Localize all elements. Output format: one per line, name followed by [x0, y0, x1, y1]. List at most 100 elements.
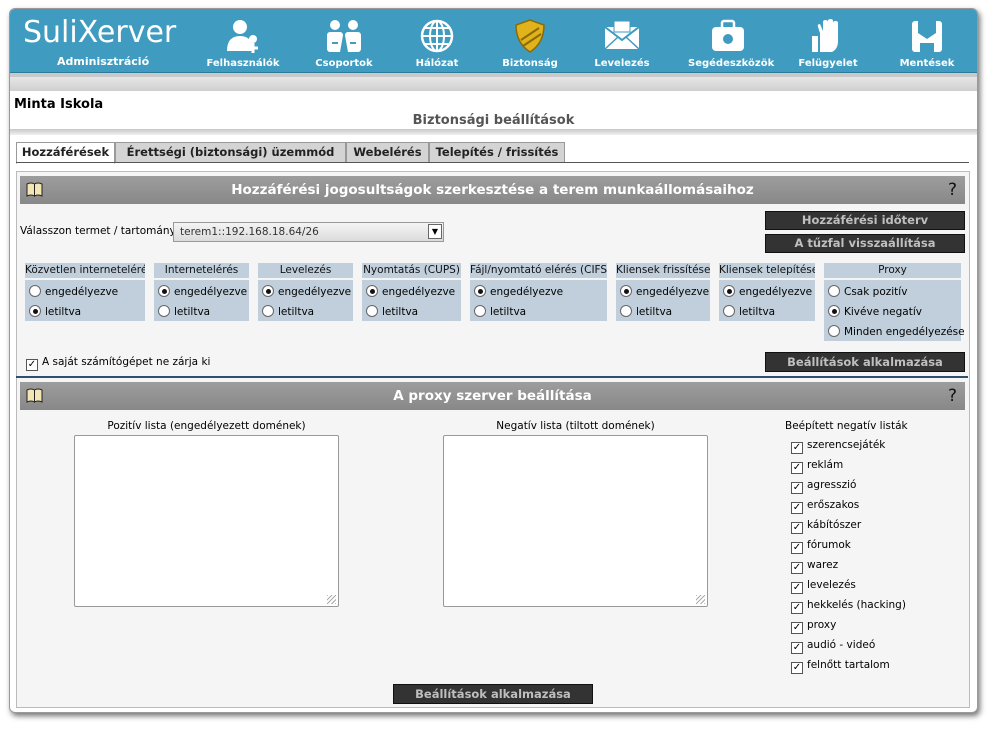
tab-underline — [16, 162, 969, 163]
radio-positive-only[interactable]: Csak pozitív — [828, 285, 907, 298]
checkbox[interactable]: ✓ — [791, 542, 803, 554]
nav-users[interactable]: Felhasználók — [203, 9, 283, 72]
apply-access-button[interactable]: Beállítások alkalmazása — [765, 352, 965, 372]
nav-mail-label: Levelezés — [594, 58, 650, 69]
radio-enabled[interactable]: engedélyezve — [366, 285, 455, 298]
group-proxy: Proxy Csak pozitív Kivéve negatív Minden… — [824, 263, 965, 341]
hand-icon — [812, 19, 838, 52]
group-title: Kliensek telepítése — [719, 263, 815, 278]
checkbox[interactable]: ✓ — [791, 482, 803, 494]
builtin-list-item[interactable]: ✓ audió - videó — [791, 639, 875, 654]
radio-allow-all[interactable]: Minden engedélyezése — [828, 325, 965, 338]
checkbox[interactable]: ✓ — [791, 622, 803, 634]
proxy-section-header: A proxy szerver beállítása ? — [20, 382, 965, 410]
checkbox[interactable]: ✓ — [791, 502, 803, 514]
nav-supervision[interactable]: Felügyelet — [788, 9, 868, 72]
nav-network[interactable]: Hálózat — [397, 9, 477, 72]
checkbox[interactable]: ✓ — [791, 462, 803, 474]
group-title: Közvetlen internetelérés — [25, 263, 145, 278]
radio-enabled[interactable]: engedélyezve — [620, 285, 709, 298]
toolbar-strip — [10, 77, 977, 91]
mail-icon — [604, 20, 640, 50]
title-divider — [10, 129, 977, 135]
radio-disabled[interactable]: letiltva — [366, 305, 418, 318]
group-internet: Internetelérés engedélyezve letiltva — [154, 263, 249, 321]
radio-disabled[interactable]: letiltva — [158, 305, 210, 318]
nav-tools-label: Segédeszközök — [688, 58, 775, 69]
radio-enabled[interactable]: engedélyezve — [262, 285, 351, 298]
help-icon[interactable]: ? — [948, 386, 957, 406]
nav-supervision-label: Felügyelet — [798, 58, 858, 69]
tab-web-access[interactable]: Webelérés — [346, 142, 429, 163]
room-select-value: terem1::192.168.18.64/26 — [180, 226, 319, 238]
group-title: Proxy — [824, 263, 961, 278]
tab-install-update[interactable]: Telepítés / frissítés — [429, 142, 565, 163]
nav-mail[interactable]: Levelezés — [582, 9, 662, 72]
builtin-list-item[interactable]: ✓ levelezés — [791, 579, 856, 594]
exclude-own-computer[interactable]: ✓ A saját számítógépet ne zárja ki — [26, 356, 210, 371]
checkbox[interactable]: ✓ — [791, 562, 803, 574]
builtin-list-item[interactable]: ✓ szerencsejáték — [791, 439, 885, 454]
nav-tools[interactable]: Segédeszközök — [688, 9, 775, 72]
apply-proxy-button[interactable]: Beállítások alkalmazása — [393, 684, 593, 704]
positive-list-textarea[interactable] — [74, 435, 339, 607]
backup-icon — [912, 21, 942, 52]
nav-network-label: Hálózat — [415, 58, 459, 69]
tab-access[interactable]: Hozzáférések — [16, 142, 115, 164]
radio-disabled[interactable]: letiltva — [29, 305, 81, 318]
radio-disabled[interactable]: letiltva — [474, 305, 526, 318]
checkbox[interactable]: ✓ — [791, 602, 803, 614]
builtin-list-item[interactable]: ✓ agresszió — [791, 479, 856, 494]
positive-list-label: Pozitív lista (engedélyezett domének) — [107, 420, 306, 432]
group-title: Fájl/nyomtató elérés (CIFS) — [470, 263, 607, 278]
nav-groups[interactable]: Csoportok — [304, 9, 384, 72]
builtin-list-item[interactable]: ✓ kábítószer — [791, 519, 861, 534]
builtin-list-item[interactable]: ✓ erőszakos — [791, 499, 859, 514]
globe-icon — [420, 19, 454, 53]
radio-enabled[interactable]: engedélyezve — [474, 285, 563, 298]
tab-exam-mode[interactable]: Érettségi (biztonsági) üzemmód — [115, 142, 346, 163]
access-section-header: Hozzáférési jogosultságok szerkesztése a… — [20, 176, 965, 204]
logo[interactable]: SuliXerver Adminisztráció — [23, 17, 176, 69]
group-mail: Levelezés engedélyezve letiltva — [258, 263, 353, 321]
nav-groups-label: Csoportok — [315, 58, 373, 69]
builtin-list-item[interactable]: ✓ warez — [791, 559, 838, 574]
nav-security[interactable]: Biztonság — [490, 9, 570, 72]
checkbox[interactable]: ✓ — [791, 642, 803, 654]
group-printing: Nyomtatás (CUPS) engedélyezve letiltva — [362, 263, 461, 321]
builtin-list-item[interactable]: ✓ proxy — [791, 619, 836, 634]
negative-list-textarea[interactable] — [443, 435, 708, 607]
checkbox[interactable]: ✓ — [791, 662, 803, 674]
chevron-down-icon[interactable]: ▼ — [428, 224, 442, 239]
room-select[interactable]: terem1::192.168.18.64/26 ▼ — [173, 222, 444, 242]
nav-backups-label: Mentések — [899, 58, 955, 69]
radio-disabled[interactable]: letiltva — [262, 305, 314, 318]
checkbox[interactable]: ✓ — [791, 522, 803, 534]
checkbox[interactable]: ✓ — [791, 582, 803, 594]
section-divider — [16, 376, 968, 378]
builtin-list-item[interactable]: ✓ reklám — [791, 459, 843, 474]
help-icon[interactable]: ? — [948, 180, 957, 200]
radio-disabled[interactable]: letiltva — [723, 305, 775, 318]
radio-enabled[interactable]: engedélyezve — [723, 285, 812, 298]
checkbox[interactable]: ✓ — [791, 442, 803, 454]
resize-grip[interactable] — [327, 595, 336, 604]
access-schedule-button[interactable]: Hozzáférési időterv — [765, 211, 965, 230]
builtin-list-item[interactable]: ✓ fórumok — [791, 539, 851, 554]
book-icon — [26, 182, 43, 197]
group-direct-internet: Közvetlen internetelérés engedélyezve le… — [25, 263, 145, 321]
resize-grip[interactable] — [696, 595, 705, 604]
builtin-list-item[interactable]: ✓ felnőtt tartalom — [791, 659, 890, 674]
radio-enabled[interactable]: engedélyezve — [158, 285, 247, 298]
builtin-lists-label: Beépített negatív listák — [785, 420, 908, 432]
group-file-printer-share: Fájl/nyomtató elérés (CIFS) engedélyezve… — [470, 263, 607, 321]
radio-enabled[interactable]: engedélyezve — [29, 285, 118, 298]
nav-backups[interactable]: Mentések — [887, 9, 967, 72]
firewall-reset-button[interactable]: A tűzfal visszaállítása — [765, 234, 965, 253]
radio-except-negative[interactable]: Kivéve negatív — [828, 305, 922, 318]
toolbox-icon — [712, 19, 744, 51]
exclude-own-checkbox[interactable]: ✓ — [26, 359, 38, 371]
radio-disabled[interactable]: letiltva — [620, 305, 672, 318]
builtin-list-item[interactable]: ✓ hekkelés (hacking) — [791, 599, 906, 614]
groups-icon — [327, 20, 361, 52]
